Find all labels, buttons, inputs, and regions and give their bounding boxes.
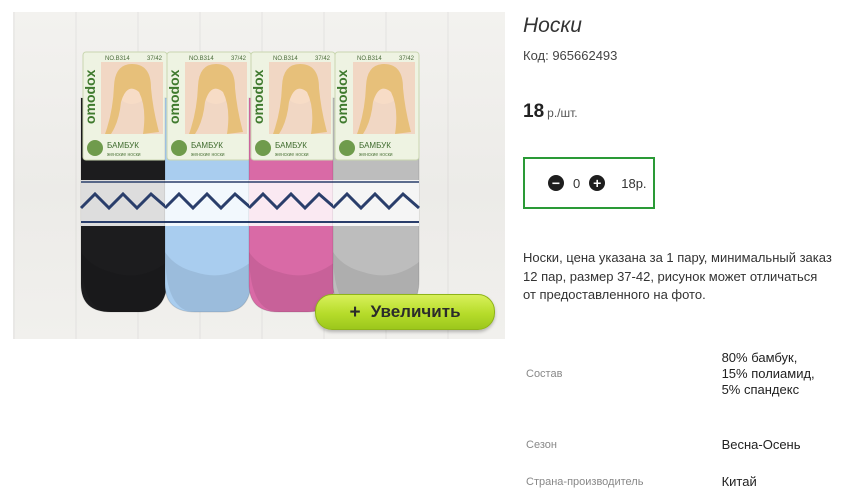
quantity-total: 18р.	[621, 175, 647, 191]
plus-circle-icon[interactable]: +	[589, 175, 606, 191]
zoom-button[interactable]: + Увеличить	[315, 294, 495, 330]
sock-stripe	[249, 180, 335, 226]
price-unit: р./шт.	[547, 106, 578, 120]
product-image[interactable]: NO.B314 37/42 omodox БАМБУК женские носки NO.…	[13, 12, 505, 339]
product-properties: Состав 80% бамбук, 15% полиамид, 5% спан…	[523, 322, 823, 500]
sock-stripe	[165, 180, 251, 226]
property-name: Состав	[526, 368, 563, 380]
pack-brand: omodox	[334, 69, 350, 124]
bamboo-logo	[87, 140, 103, 156]
pack-subtitle: женские носки	[191, 152, 225, 158]
pack-brand: omodox	[250, 69, 266, 124]
sock-pack: NO.B314 37/42 omodox БАМБУК женские носки	[331, 51, 420, 313]
pack-material: БАМБУК	[107, 141, 139, 150]
property-row: Состав 80% бамбук, 15% полиамид, 5% спан…	[523, 322, 823, 426]
pack-size: 37/42	[399, 56, 415, 62]
pack-sku: NO.B314	[357, 56, 382, 62]
sock-pack: NO.B314 37/42 omodox БАМБУК женские носки	[163, 51, 252, 313]
product-code: Код: 965662493	[523, 48, 618, 63]
zoom-plus-icon: +	[349, 301, 361, 323]
pack-material: БАМБУК	[359, 141, 391, 150]
property-name: Сезон	[526, 439, 557, 451]
product-title: Носки	[523, 14, 582, 37]
pack-size: 37/42	[315, 56, 331, 62]
sock-stripe	[81, 180, 167, 226]
pack-subtitle: женские носки	[275, 152, 309, 158]
pack-material: БАМБУК	[275, 141, 307, 150]
sock-pack: NO.B314 37/42 omodox БАМБУК женские носки	[247, 51, 336, 313]
pack-sku: NO.B314	[105, 56, 130, 62]
product-description: Носки, цена указана за 1 пару, минимальн…	[523, 250, 832, 302]
pack-sku: NO.B314	[273, 56, 298, 62]
property-value: Весна-Осень	[721, 437, 801, 452]
property-row: Сезон Весна-Осень	[523, 426, 823, 464]
zoom-button-label: Увеличить	[370, 302, 461, 321]
bamboo-logo	[339, 140, 355, 156]
socks-photo: NO.B314 37/42omodoxБАМБУКженские носкиNO.…	[79, 51, 420, 313]
price-value: 18	[523, 101, 545, 122]
property-row: Страна-производитель Китай	[523, 464, 823, 500]
pack-subtitle: женские носки	[359, 152, 393, 158]
property-value: Китай	[721, 474, 757, 489]
pack-brand: omodox	[82, 69, 98, 124]
pack-size: 37/42	[231, 56, 247, 62]
quantity-value: 0	[573, 175, 581, 191]
sock-pack: NO.B314 37/42 omodox БАМБУК женские носки	[79, 51, 168, 313]
pack-brand: omodox	[166, 69, 182, 124]
minus-circle-icon[interactable]: −	[548, 175, 564, 191]
bamboo-logo	[255, 140, 271, 156]
pack-size: 37/42	[147, 56, 163, 62]
product-price: 18 р./шт.	[523, 101, 578, 123]
quantity-selector: − 0 + 18р.	[523, 157, 655, 209]
bamboo-logo	[171, 140, 187, 156]
pack-material: БАМБУК	[191, 141, 223, 150]
sock-stripe	[333, 180, 419, 226]
pack-sku: NO.B314	[189, 56, 214, 62]
property-name: Страна-производитель	[526, 476, 644, 488]
pack-subtitle: женские носки	[107, 152, 141, 158]
property-value: 80% бамбук, 15% полиамид, 5% спандекс	[721, 350, 815, 397]
